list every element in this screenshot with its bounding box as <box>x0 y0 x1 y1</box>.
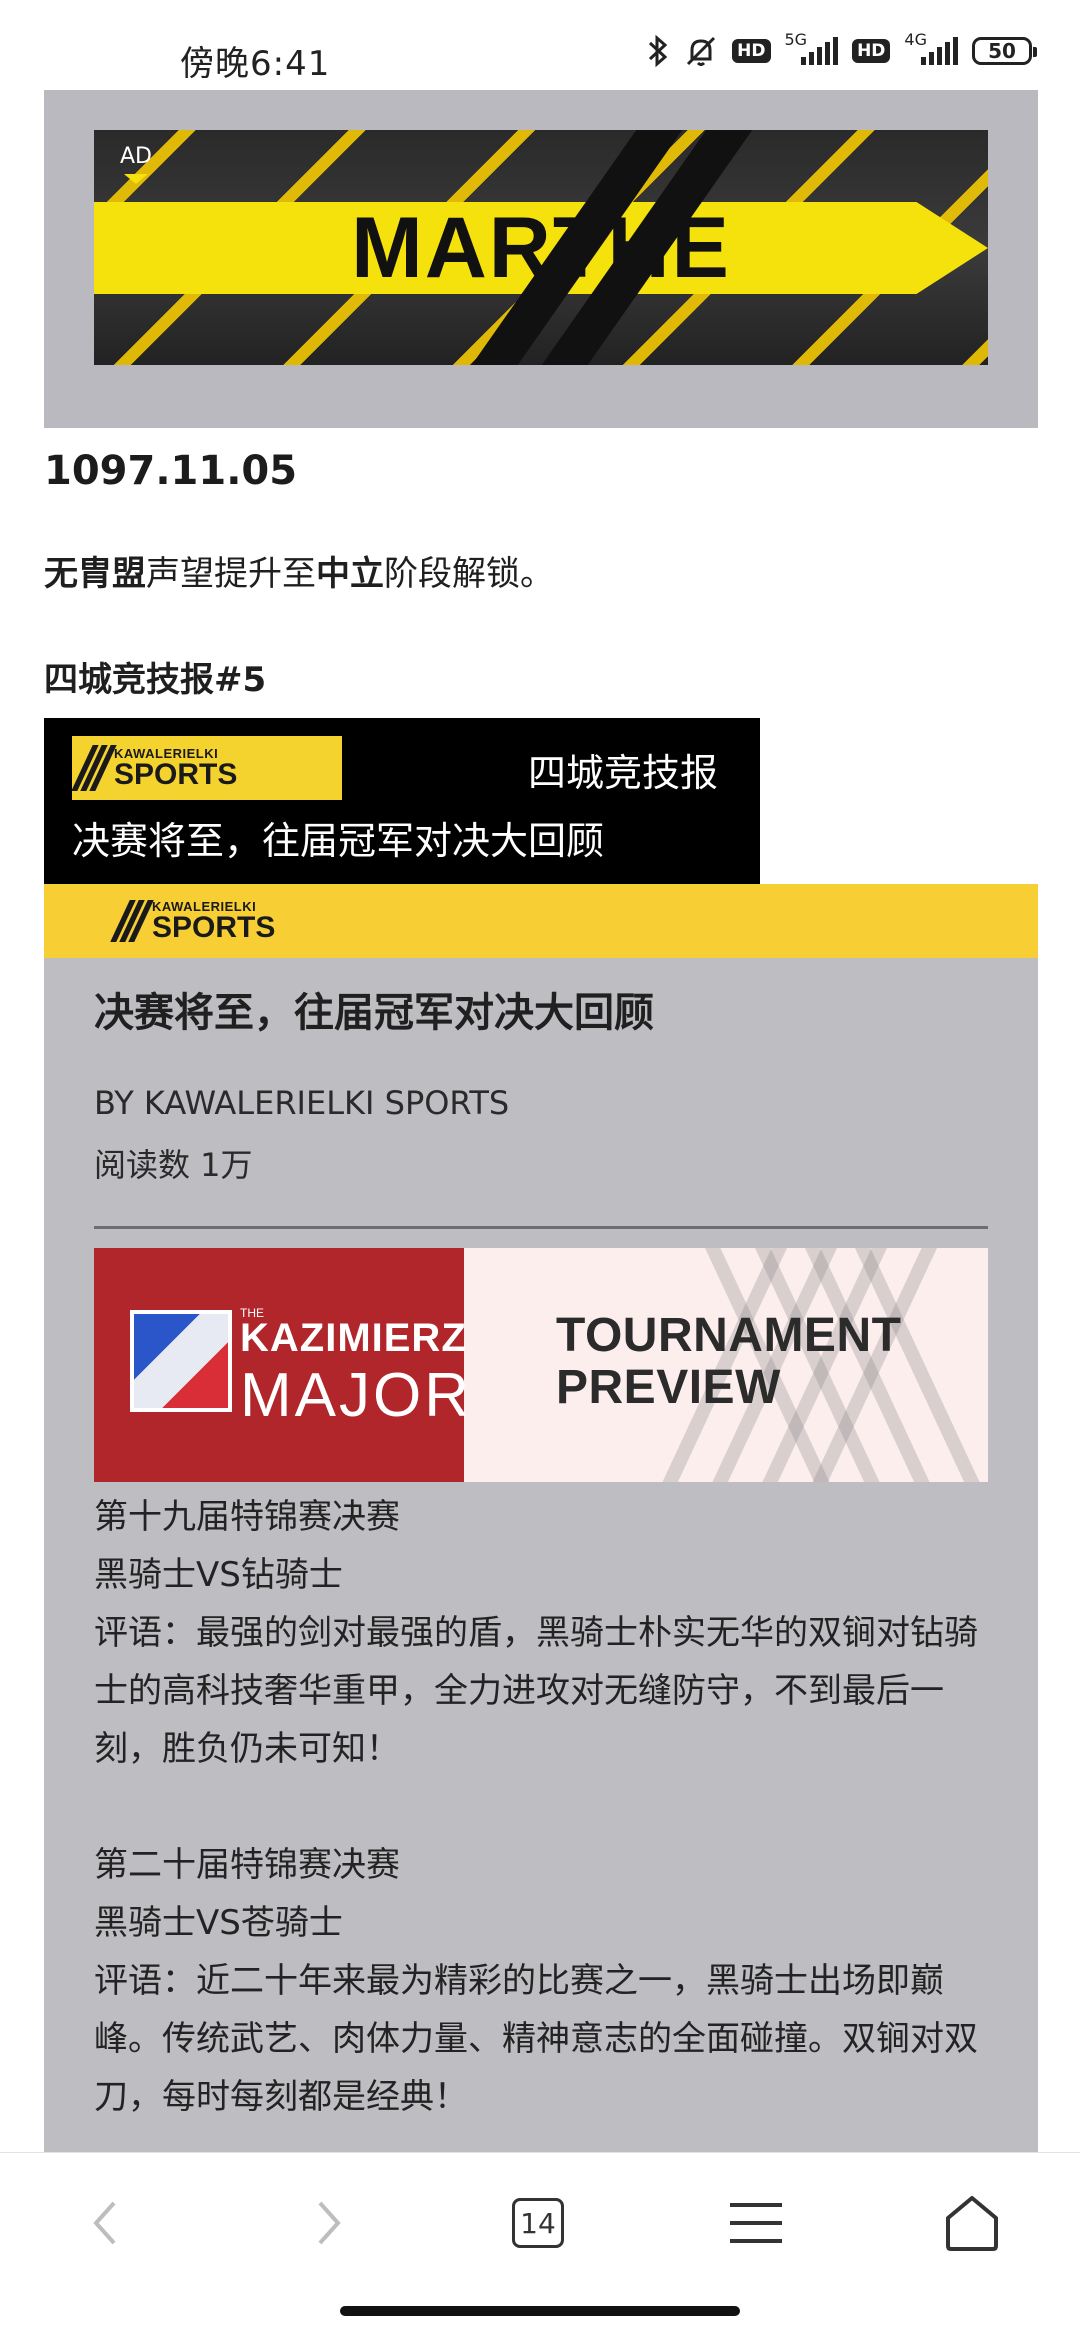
ad-banner[interactable]: MARTHE AD <box>94 130 988 365</box>
menu-icon <box>730 2203 782 2243</box>
match2-title: 第二十届特锦赛决赛 <box>94 1845 400 1885</box>
post-date: 1097.11.05 <box>44 448 298 494</box>
article-logo-bar: KAWALERIELKI SPORTS <box>44 884 1038 958</box>
kz-line1: KAZIMIERZ <box>240 1316 467 1360</box>
tabs-button[interactable]: 14 <box>498 2183 578 2263</box>
menu-button[interactable] <box>716 2183 796 2263</box>
home-indicator[interactable] <box>340 2306 740 2316</box>
knight-helmet-icon <box>130 1310 232 1412</box>
preview-text-panel: TOURNAMENT PREVIEW <box>464 1248 988 1482</box>
match1-title: 第十九届特锦赛决赛 <box>94 1497 400 1537</box>
kz-line2: MAJOR <box>240 1361 472 1430</box>
battery-icon: 50 <box>972 37 1037 65</box>
tournament-preview-image: THE KAZIMIERZ MAJOR TOURNAMENT PREVIEW <box>94 1248 988 1482</box>
article-title: 决赛将至，往届冠军对决大回顾 <box>94 990 654 1036</box>
preview-line2: PREVIEW <box>556 1361 781 1414</box>
match1-comment: 评语：最强的剑对最强的盾，黑骑士朴实无华的双锏对钻骑士的高科技奢华重甲，全力进攻… <box>94 1613 978 1769</box>
preview-line1: TOURNAMENT <box>556 1309 902 1362</box>
event-line: 无胄盟声望提升至中立阶段解锁。 <box>44 546 554 595</box>
faction-name: 无胄盟 <box>44 554 146 594</box>
article-byline: BY KAWALERIELKI SPORTS <box>94 1084 510 1122</box>
read-count: 阅读数 1万 <box>94 1146 253 1184</box>
news-card-subtitle: 决赛将至，往届冠军对决大回顾 <box>72 819 605 863</box>
news-card-brand: 四城竞技报 <box>527 751 718 795</box>
logo-main-text: SPORTS <box>114 757 238 791</box>
hd-badge: HD <box>732 39 771 63</box>
match2-vs: 黑骑士VS苍骑士 <box>94 1903 343 1943</box>
status-icons: HD 5G HD 4G 50 <box>646 30 1037 68</box>
news-card-header[interactable]: KAWALERIELKI SPORTS 四城竞技报 决赛将至，往届冠军对决大回顾 <box>44 718 760 884</box>
logo-main-text: SPORTS <box>152 910 276 944</box>
status-time: 傍晚6:41 <box>180 44 331 84</box>
ad-chevron-icon[interactable] <box>124 174 148 184</box>
network-type-label-2: 4G <box>904 29 927 49</box>
kazimierz-major-logo: THE KAZIMIERZ MAJOR <box>94 1248 469 1482</box>
report-heading: 四城竞技报#5 <box>44 660 267 700</box>
back-arrow-icon <box>93 2201 116 2245</box>
logo-mark-icon <box>71 745 117 791</box>
match2-comment: 评语：近二十年来最为精彩的比赛之一，黑骑士出场即巅峰。传统武艺、肉体力量、精神意… <box>94 1961 978 2117</box>
tabs-icon: 14 <box>512 2198 564 2248</box>
network-type-label: 5G <box>784 29 808 49</box>
signal-icon: 5G <box>785 30 839 65</box>
bluetooth-icon <box>646 34 670 68</box>
logo-mark-icon <box>110 900 154 942</box>
signal-icon-2: 4G <box>904 30 958 65</box>
ad-label: AD <box>120 144 152 169</box>
home-button[interactable] <box>932 2183 1012 2263</box>
divider <box>94 1226 988 1229</box>
status-bar: 傍晚6:41 HD 5G HD 4G 50 <box>0 0 1080 86</box>
event-text-2: 阶段解锁。 <box>384 554 554 594</box>
back-button[interactable] <box>66 2183 146 2263</box>
sports-logo: KAWALERIELKI SPORTS <box>71 736 342 800</box>
ad-title: MARTHE <box>351 200 731 296</box>
event-text-1: 声望提升至 <box>146 554 316 594</box>
forward-button[interactable] <box>288 2183 368 2263</box>
reputation-level: 中立 <box>316 554 384 594</box>
mute-bell-icon <box>684 34 718 68</box>
article-card: KAWALERIELKI SPORTS 决赛将至，往届冠军对决大回顾 BY KA… <box>44 884 1038 2154</box>
home-icon <box>946 2196 998 2251</box>
ad-block[interactable]: MARTHE AD <box>44 90 1038 428</box>
forward-arrow-icon <box>318 2201 341 2245</box>
match1-vs: 黑骑士VS钻骑士 <box>94 1555 343 1595</box>
hd-badge-2: HD <box>852 39 891 63</box>
